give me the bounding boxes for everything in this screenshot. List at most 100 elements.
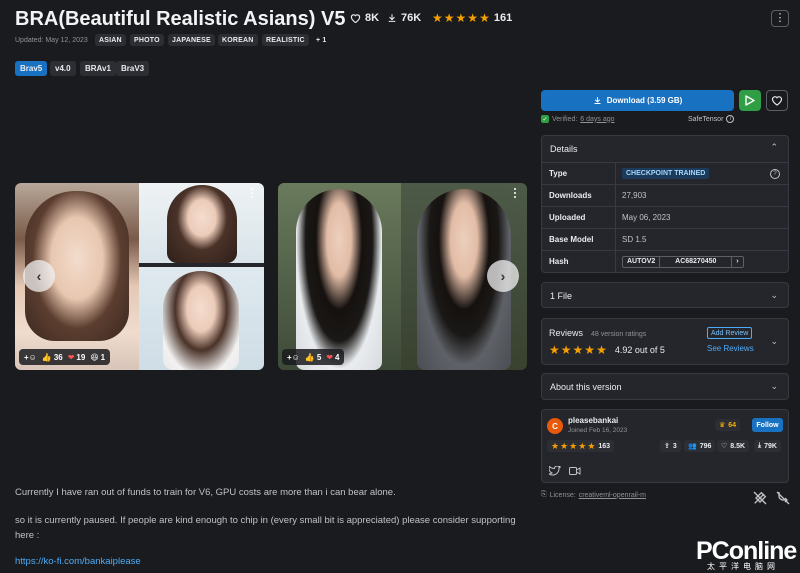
like-count-value: 8K (365, 12, 380, 24)
heart-count: 19 (76, 352, 86, 362)
twitter-icon[interactable] (547, 463, 561, 481)
version-brav3[interactable]: BraV3 (116, 61, 150, 76)
downloads-value: 79K (764, 442, 777, 450)
star-icon: ★ (551, 441, 560, 451)
star-icon: ★ (467, 11, 479, 25)
about-panel[interactable]: About this version ⌄ (541, 373, 789, 400)
chevron-down-icon[interactable]: ⌄ (770, 381, 778, 392)
thumbs-up-count: 36 (53, 352, 63, 362)
image-2-menu-icon[interactable] (510, 186, 520, 200)
chevron-right-icon: › (500, 268, 506, 284)
chevron-right-icon[interactable]: › (731, 256, 742, 267)
image-2-reactions[interactable]: +☺ 👍 5 ❤ 4 (282, 349, 345, 365)
verified-date-link[interactable]: 6 days ago (580, 116, 614, 123)
detail-row-uploaded: Uploaded May 06, 2023 (542, 206, 788, 228)
rating-count: 161 (493, 12, 513, 24)
rating-summary[interactable]: ★ ★ ★ ★ ★ 161 (432, 12, 512, 24)
add-reaction-icon[interactable]: +☺ (24, 353, 37, 362)
see-reviews-link[interactable]: See Reviews (707, 344, 754, 353)
description-line: here : (15, 530, 40, 541)
heart-icon (350, 14, 361, 23)
version-brav1[interactable]: BRAv1 (80, 61, 116, 76)
heart-reaction-icon: ❤ (326, 352, 333, 362)
star-icon: ★ (455, 11, 467, 25)
tag-korean[interactable]: KOREAN (218, 34, 258, 46)
updated-date: Updated: May 12, 2023 (15, 37, 88, 44)
star-icon: ★ (560, 343, 572, 357)
heart-icon: ♡ (721, 443, 728, 450)
details-panel: Details ⌃ Type CHECKPOINT TRAINED ? Down… (541, 135, 789, 273)
reviews-heading: Reviews (549, 328, 584, 338)
license-info: ⎘ License: creativeml-openrail-m (541, 491, 646, 499)
more-tags[interactable]: + 1 (312, 34, 331, 46)
description-line: so it is currently paused. If people are… (15, 515, 516, 526)
detail-row-type: Type CHECKPOINT TRAINED ? (542, 162, 788, 184)
detail-row-base-model: Base Model SD 1.5 (542, 228, 788, 250)
no-merge-icon (775, 490, 791, 511)
detail-key: Type (549, 169, 568, 178)
files-panel[interactable]: 1 File ⌄ (541, 282, 789, 308)
laugh-count: 1 (100, 352, 106, 362)
download-icon (388, 14, 396, 22)
help-icon[interactable]: ? (770, 168, 780, 179)
detail-key: Hash (549, 257, 569, 266)
portrait-image (139, 183, 264, 263)
gallery-next-button[interactable]: › (487, 260, 519, 292)
license-link[interactable]: creativeml-openrail-m (579, 492, 646, 499)
version-brav5[interactable]: Brav5 (15, 61, 48, 76)
run-button[interactable] (739, 90, 761, 111)
favorite-button[interactable] (766, 90, 788, 111)
files-heading: 1 File (550, 291, 573, 301)
info-icon[interactable]: i (726, 115, 735, 123)
verified-info: ✓ Verified: 6 days ago (541, 115, 615, 123)
avatar[interactable]: C (547, 418, 563, 434)
tag-photo[interactable]: PHOTO (130, 34, 164, 46)
creator-level: ♛ 64 (715, 419, 741, 431)
heart-count: 4 (334, 352, 340, 362)
detail-key: Base Model (549, 235, 594, 244)
detail-row-hash: Hash AUTOV2 AC68270450 › (542, 250, 788, 272)
more-options-button[interactable]: ⋮ (771, 10, 789, 27)
video-icon[interactable] (569, 463, 581, 481)
follow-button[interactable]: Follow (752, 418, 783, 432)
chevron-down-icon[interactable]: ⌄ (770, 336, 778, 347)
version-v4[interactable]: v4.0 (50, 61, 76, 76)
creator-name[interactable]: pleasebankai (568, 416, 618, 425)
license-label: License: (549, 491, 576, 499)
followers-value: 796 (699, 442, 712, 450)
chevron-up-icon[interactable]: ⌃ (770, 142, 778, 153)
file-format-label: SafeTensor (688, 115, 724, 123)
hash-selector[interactable]: AUTOV2 AC68270450 › (622, 255, 744, 268)
like-count[interactable]: 8K (350, 12, 379, 24)
crown-icon: ♛ (719, 422, 726, 429)
add-reaction-icon[interactable]: +☺ (287, 353, 300, 362)
laugh-icon: 😆 (90, 352, 99, 362)
add-review-button[interactable]: Add Review (707, 327, 753, 339)
hash-type[interactable]: AUTOV2 (623, 257, 659, 267)
gallery-prev-button[interactable]: ‹ (23, 260, 55, 292)
star-icon: ★ (443, 11, 455, 25)
image-1-menu-icon[interactable] (247, 186, 257, 200)
tag-asian[interactable]: ASIAN (95, 34, 126, 46)
tag-realistic[interactable]: REALISTIC (262, 34, 309, 46)
tag-japanese[interactable]: JAPANESE (168, 34, 215, 46)
image-1-reactions[interactable]: +☺ 👍 36 ❤ 19 😆 1 (19, 349, 111, 365)
support-link[interactable]: https://ko-fi.com/bankaiplease (15, 556, 141, 567)
heart-reaction-icon: ❤ (67, 352, 75, 362)
star-icon: ★ (587, 441, 596, 451)
detail-value: SD 1.5 (622, 235, 647, 244)
download-button[interactable]: Download (3.59 GB) (541, 90, 734, 111)
rating-stars: ★ ★ ★ ★ ★ (432, 12, 490, 24)
star-icon: ★ (596, 343, 607, 357)
download-count-value: 76K (401, 12, 422, 24)
detail-value: 27,903 (622, 191, 647, 200)
level-value: 64 (728, 421, 737, 429)
chevron-down-icon[interactable]: ⌄ (770, 290, 778, 301)
license-icon: ⎘ (541, 491, 547, 498)
detail-key: Uploaded (549, 213, 586, 222)
download-count: 76K (387, 12, 421, 24)
hash-value[interactable]: AC68270450 (659, 256, 731, 267)
play-icon (745, 95, 755, 106)
star-icon: ★ (569, 441, 578, 451)
type-badge: CHECKPOINT TRAINED (622, 168, 710, 179)
